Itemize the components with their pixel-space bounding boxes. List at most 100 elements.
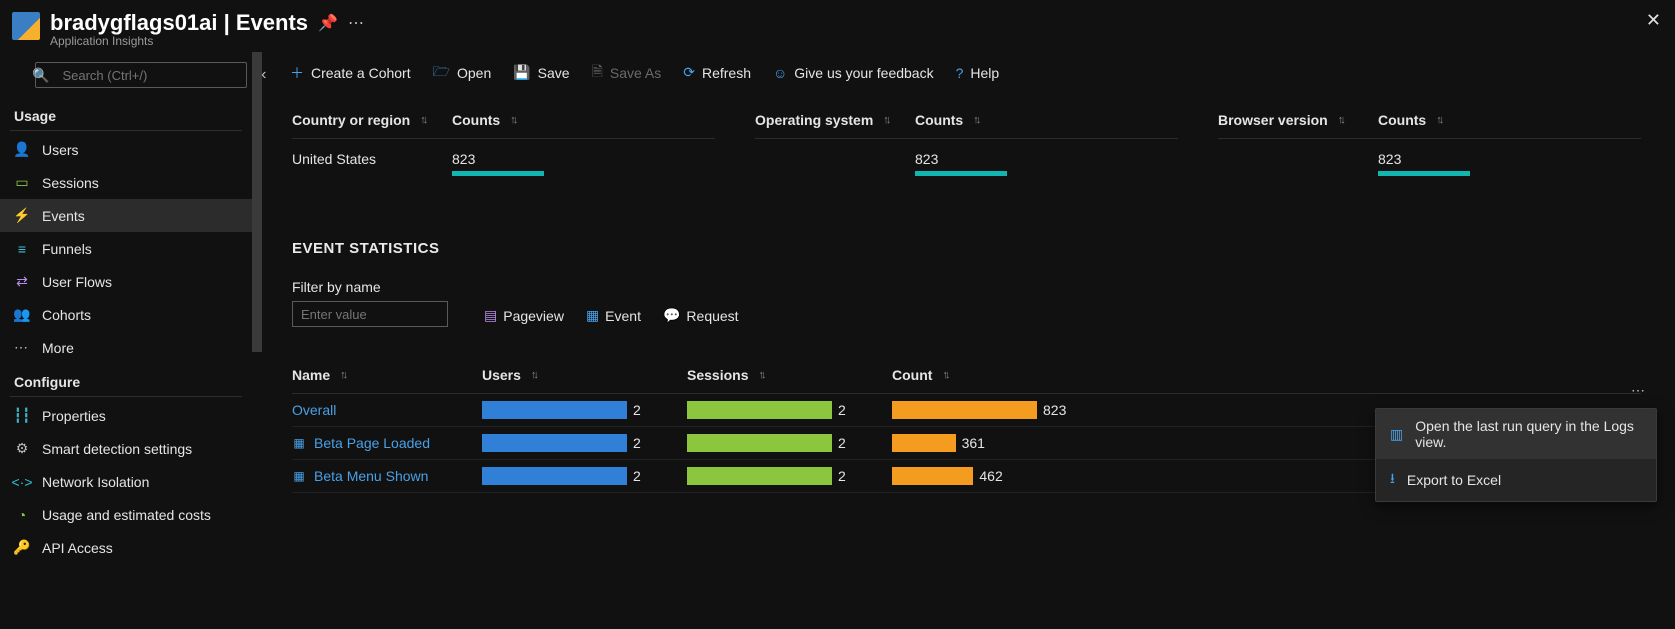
sidebar-item-label: Network Isolation [42, 474, 149, 490]
ctx-open-logs[interactable]: ▥ Open the last run query in the Logs vi… [1376, 409, 1656, 459]
save-as-icon: 🗎 [592, 61, 603, 85]
event-stats-heading: EVENT STATISTICS [292, 240, 1641, 257]
filter-input[interactable] [292, 301, 448, 327]
header-more-icon[interactable]: ⋯ [348, 13, 364, 33]
smartdetect-icon: ⚙ [14, 441, 30, 457]
sidebar-item-api-access[interactable]: 🔑 API Access [0, 531, 252, 564]
card-dim-label: Operating system [755, 112, 873, 128]
users-icon: 👤 [14, 142, 30, 158]
refresh-icon: ⟳ [683, 64, 695, 81]
sidebar-item-user-flows[interactable]: ⇄User Flows [0, 265, 252, 298]
card-row-label: United States [292, 151, 452, 167]
userflows-icon: ⇄ [14, 274, 30, 290]
divider [10, 130, 242, 131]
card-row-value: 823 [1378, 151, 1498, 167]
create-cohort-button[interactable]: ＋Create a Cohort [290, 63, 411, 83]
sessions-value: 2 [838, 435, 846, 451]
sidebar-item-events[interactable]: ⚡ Events [0, 199, 252, 232]
event-link[interactable]: Overall [292, 402, 336, 418]
sort-icon[interactable]: ↑↓ [531, 369, 536, 381]
sidebar-item-network-isolation[interactable]: <·>Network Isolation [0, 465, 252, 498]
sidebar-item-users[interactable]: 👤 Users [0, 133, 252, 166]
sessions-icon: ▭ [14, 175, 30, 191]
refresh-button[interactable]: ⟳Refresh [683, 64, 751, 81]
properties-icon: ┇┇ [14, 408, 30, 424]
sort-icon[interactable]: ↑↓ [942, 369, 947, 381]
main: ＋Create a Cohort 🗁Open 💾Save 🗎Save As ⟳R… [252, 52, 1675, 623]
section-configure: Configure [0, 364, 252, 396]
pageview-icon: ▤ [484, 307, 497, 324]
users-value: 2 [633, 435, 641, 451]
sidebar-item-smart-detection-settings[interactable]: ⚙ Smart detection settings [0, 432, 252, 465]
sessions-bar [687, 401, 832, 419]
sidebar-item-more[interactable]: ⋯More [0, 331, 252, 364]
page-subtitle: Application Insights [50, 34, 364, 48]
close-icon[interactable]: ✕ [1646, 10, 1661, 31]
save-button[interactable]: 💾Save [513, 64, 569, 81]
sidebar-item-cohorts[interactable]: 👥Cohorts [0, 298, 252, 331]
event-icon: ▦ [586, 307, 599, 324]
context-menu: ▥ Open the last run query in the Logs vi… [1375, 408, 1657, 502]
row-more-icon[interactable]: ⋯ [1631, 382, 1647, 399]
sort-icon[interactable]: ↑↓ [883, 114, 888, 126]
sessions-value: 2 [838, 402, 846, 418]
sort-icon[interactable]: ↑↓ [510, 114, 515, 126]
save-as-button: 🗎Save As [592, 61, 662, 85]
sidebar-item-usage-and-estimated-costs[interactable]: ◔Usage and estimated costs [0, 498, 252, 531]
card-dim-label: Country or region [292, 112, 410, 128]
event-link[interactable]: Beta Page Loaded [314, 435, 430, 451]
users-bar [482, 401, 627, 419]
section-usage: Usage [0, 98, 252, 130]
sidebar-item-label: Smart detection settings [42, 441, 192, 457]
scrollbar[interactable] [252, 52, 262, 623]
users-value: 2 [633, 402, 641, 418]
more-icon: ⋯ [14, 340, 30, 356]
plus-icon: ＋ [290, 63, 304, 83]
sidebar-item-properties[interactable]: ┇┇ Properties [0, 399, 252, 432]
sessions-bar [687, 434, 832, 452]
logs-icon: ▥ [1390, 426, 1403, 443]
sort-icon[interactable]: ↑↓ [340, 369, 345, 381]
sort-icon[interactable]: ↑↓ [1338, 114, 1343, 126]
sidebar: 🔍 « Usage 👤Users▭Sessions⚡Events≡Funnels… [0, 52, 252, 623]
ctx-export-excel[interactable]: ⭳ Export to Excel [1376, 459, 1656, 501]
event-link[interactable]: Beta Menu Shown [314, 468, 428, 484]
sidebar-item-label: Cohorts [42, 307, 91, 323]
folder-icon: 🗁 [433, 61, 450, 85]
card-bar [915, 171, 1007, 176]
events-icon: ⚡ [14, 208, 30, 224]
card-row-value: 823 [915, 151, 1035, 167]
header: bradygflags01ai | Events 📌 ⋯ Application… [0, 0, 1675, 52]
sidebar-item-label: API Access [42, 540, 113, 556]
sort-icon[interactable]: ↑↓ [973, 114, 978, 126]
help-button[interactable]: ?Help [956, 65, 1000, 81]
sort-icon[interactable]: ↑↓ [758, 369, 763, 381]
pin-icon[interactable]: 📌 [318, 13, 338, 33]
sidebar-item-label: Events [42, 208, 85, 224]
smile-icon: ☺ [773, 65, 787, 81]
sidebar-item-sessions[interactable]: ▭ Sessions [0, 166, 252, 199]
count-bar [892, 467, 973, 485]
sort-icon[interactable]: ↑↓ [420, 114, 425, 126]
summary-card: Operating system↑↓Counts↑↓823 [755, 112, 1178, 176]
open-button[interactable]: 🗁Open [433, 61, 492, 85]
resource-icon [12, 12, 40, 40]
count-value: 823 [1043, 402, 1066, 418]
sidebar-item-label: Properties [42, 408, 106, 424]
card-dim-label: Browser version [1218, 112, 1328, 128]
sessions-bar [687, 467, 832, 485]
legend: ▤Pageview ▦Event 💬Request [484, 307, 739, 327]
scroll-thumb[interactable] [252, 52, 262, 352]
sidebar-item-funnels[interactable]: ≡Funnels [0, 232, 252, 265]
event-type-icon: ▦ [292, 469, 306, 483]
sidebar-item-label: Funnels [42, 241, 92, 257]
feedback-button[interactable]: ☺Give us your feedback [773, 65, 934, 81]
sort-icon[interactable]: ↑↓ [1436, 114, 1441, 126]
apiaccess-icon: 🔑 [14, 540, 30, 556]
search-input[interactable] [35, 62, 247, 88]
sessions-value: 2 [838, 468, 846, 484]
count-bar [892, 401, 1037, 419]
sidebar-item-label: Users [42, 142, 79, 158]
summary-card: Browser version↑↓Counts↑↓823 [1218, 112, 1641, 176]
sidebar-item-label: Sessions [42, 175, 99, 191]
